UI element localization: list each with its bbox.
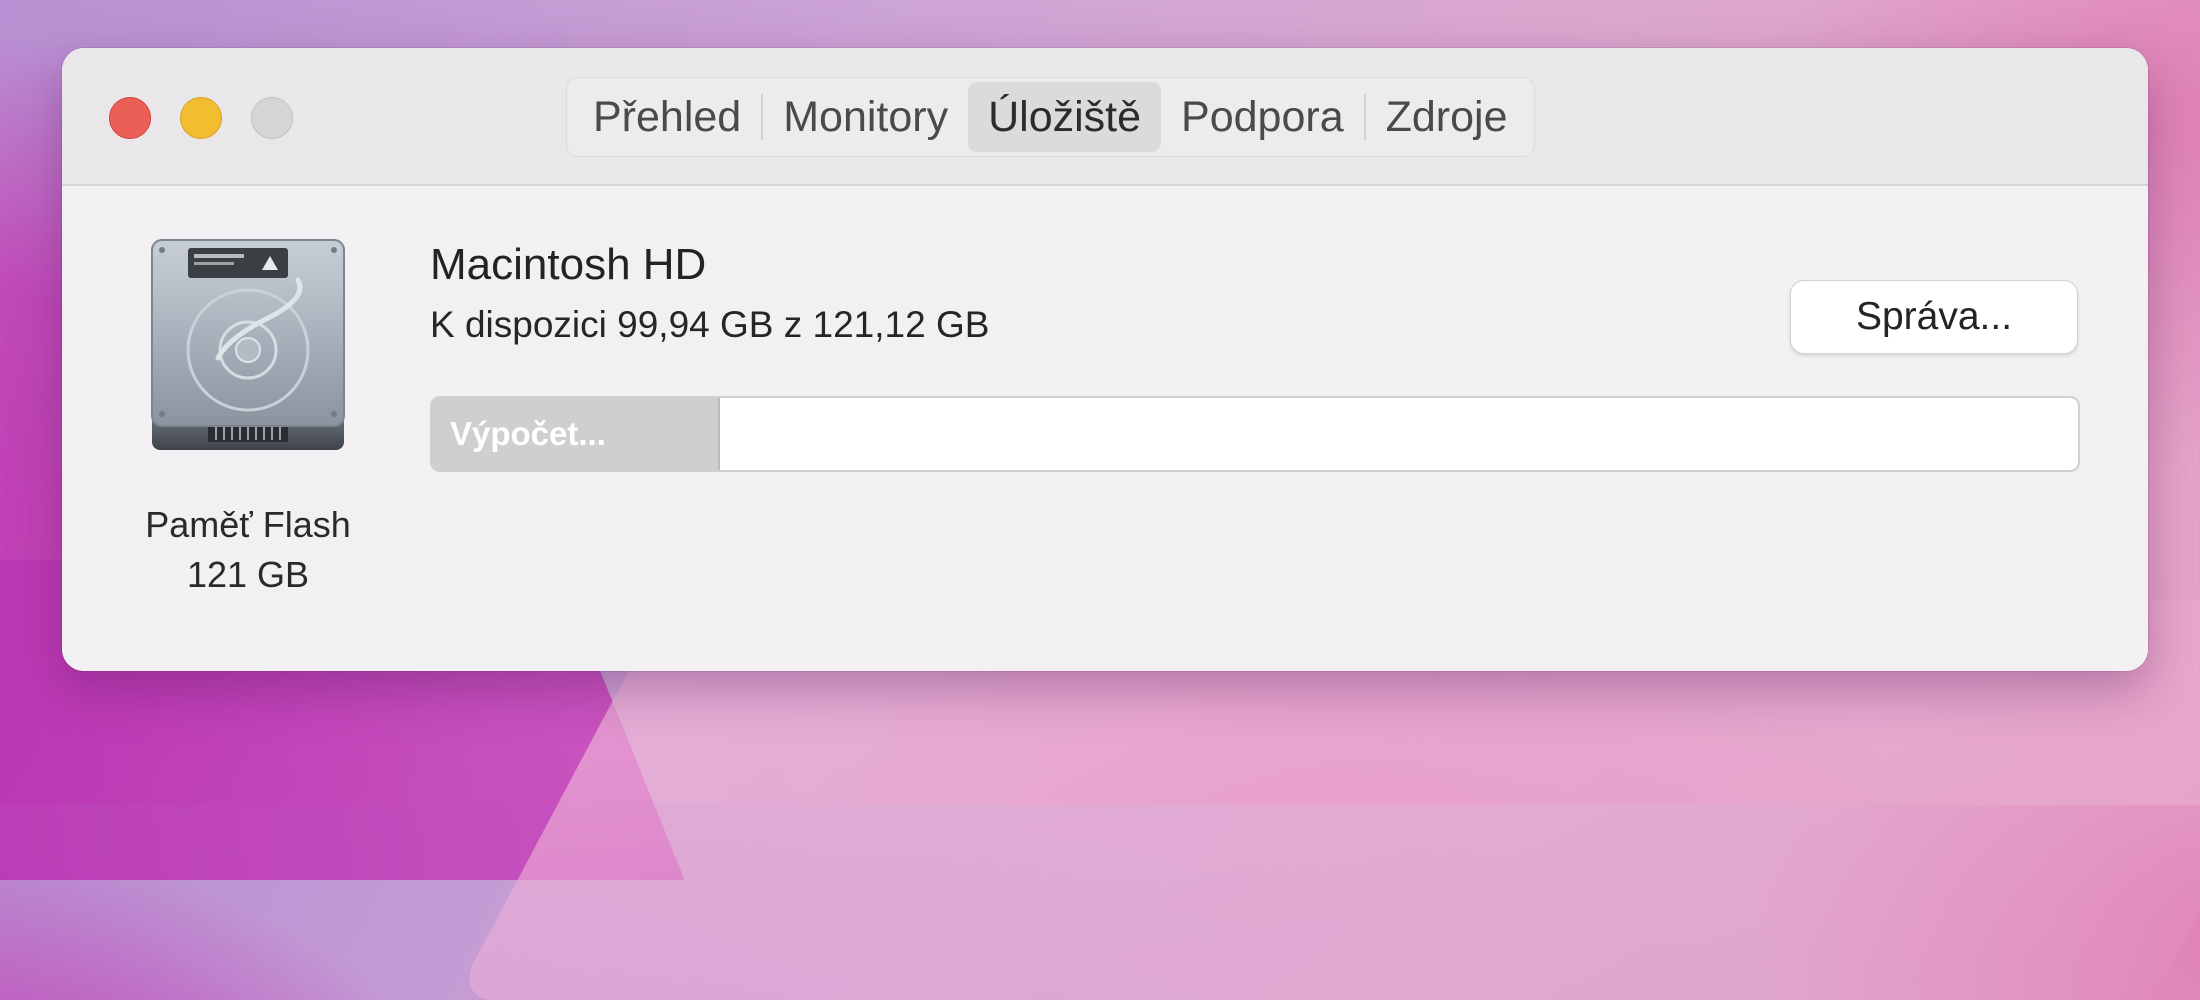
- minimize-window-button[interactable]: [180, 97, 222, 139]
- about-this-mac-window: Přehled Monitory Úložiště Podpora Zdroje: [62, 48, 2148, 671]
- drive-label: Paměť Flash 121 GB: [102, 500, 394, 600]
- manage-button[interactable]: Správa...: [1790, 280, 2078, 354]
- zoom-window-button[interactable]: [251, 97, 293, 139]
- tab-support[interactable]: Podpora: [1161, 82, 1364, 152]
- storage-usage-bar: Výpočet...: [430, 396, 2080, 472]
- drive-type-label: Paměť Flash: [145, 504, 351, 545]
- tab-resources[interactable]: Zdroje: [1366, 82, 1528, 152]
- title-bar: Přehled Monitory Úložiště Podpora Zdroje: [62, 48, 2148, 186]
- drive-capacity-label: 121 GB: [186, 554, 310, 595]
- tab-overview[interactable]: Přehled: [573, 82, 761, 152]
- tab-storage[interactable]: Úložiště: [968, 82, 1162, 152]
- volume-availability: K dispozici 99,94 GB z 121,12 GB: [430, 304, 990, 345]
- tab-displays[interactable]: Monitory: [763, 82, 968, 152]
- close-window-button[interactable]: [109, 97, 151, 139]
- storage-panel: Paměť Flash 121 GB Macintosh HD K dispoz…: [62, 186, 2148, 671]
- tab-bar: Přehled Monitory Úložiště Podpora Zdroje: [566, 77, 1535, 157]
- storage-calculating-segment: Výpočet...: [432, 398, 721, 470]
- hard-drive-icon: [151, 239, 345, 450]
- volume-name: Macintosh HD: [430, 240, 707, 289]
- storage-bar-status: Výpočet...: [450, 415, 606, 452]
